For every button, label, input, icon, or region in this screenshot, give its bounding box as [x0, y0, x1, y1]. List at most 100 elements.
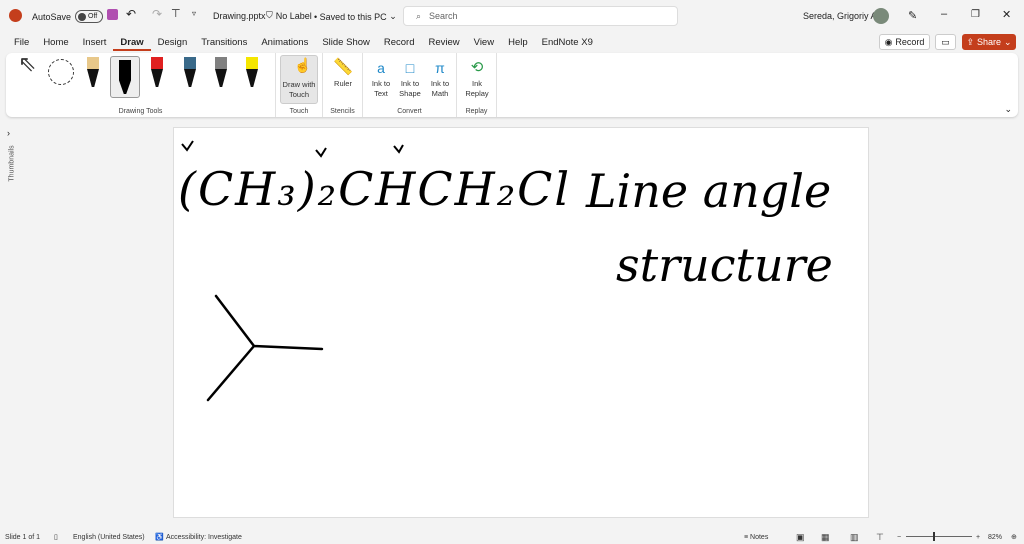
autosave[interactable]: AutoSave Off — [32, 10, 104, 23]
draw-with-touch-button[interactable]: ☝ Draw with Touch — [280, 55, 318, 104]
accessibility-status[interactable]: Accessibility: Investigate — [166, 534, 242, 541]
tab-animations[interactable]: Animations — [254, 35, 315, 51]
record-button[interactable]: ◉ Record — [879, 34, 930, 50]
pen-5-icon[interactable] — [214, 57, 228, 87]
customize-toolbar-icon[interactable]: ▿ — [192, 9, 196, 18]
save-status[interactable]: • Saved to this PC ⌄ — [314, 11, 397, 22]
autosave-label: AutoSave — [32, 11, 72, 22]
tab-endnote-x9[interactable]: EndNote X9 — [535, 35, 600, 51]
accessibility-icon: ♿ — [155, 534, 164, 541]
button-label: Ink Replay — [465, 79, 489, 98]
group-convert: a Ink to Text □ Ink to Shape π Ink to Math … — [363, 53, 457, 117]
button-label: Ink to Text — [371, 79, 391, 98]
notes-label: Notes — [750, 533, 769, 541]
share-icon: ⇪ — [966, 36, 974, 47]
ink-to-text-button[interactable]: a Ink to Text — [367, 57, 395, 99]
tab-review[interactable]: Review — [422, 35, 467, 51]
search-icon: ⌕ — [416, 10, 422, 21]
group-label: Replay — [465, 108, 488, 115]
file-name: Drawing.pptx — [213, 11, 266, 21]
title-bar: AutoSave Off ↶ ↷ ⊤ ▿ Drawing.pptx ⛉ No Lab… — [0, 0, 1024, 32]
slide-sorter-icon[interactable]: ▦ — [821, 532, 830, 543]
comment-icon: ▭ — [941, 36, 950, 47]
group-drawing-tools: ⇖ Drawing Tools — [6, 53, 276, 117]
pen-6-icon[interactable] — [245, 57, 259, 87]
fit-to-window-icon[interactable]: ⊕ — [1011, 533, 1017, 541]
ink-to-shape-icon: □ — [405, 60, 415, 76]
tab-help[interactable]: Help — [501, 35, 535, 51]
spellcheck-icon[interactable]: ▯ — [54, 533, 58, 541]
comments-button[interactable]: ▭ — [935, 34, 956, 50]
zoom-slider-thumb[interactable] — [933, 532, 935, 541]
notes-button[interactable]: ≡ Notes — [744, 534, 768, 541]
tab-home[interactable]: Home — [36, 35, 75, 51]
select-tool-icon[interactable]: ⇖ — [18, 53, 36, 75]
ink-to-math-icon: π — [435, 60, 445, 76]
zoom-in-button[interactable]: + — [976, 534, 980, 541]
group-label: Drawing Tools — [118, 108, 163, 115]
collapse-ribbon-icon[interactable]: ⌄ — [1004, 104, 1012, 115]
language[interactable]: English (United States) — [73, 534, 145, 541]
tab-view[interactable]: View — [467, 35, 501, 51]
group-label: Convert — [397, 108, 422, 115]
status-bar: Slide 1 of 1 ▯ English (United States) ♿… — [0, 530, 1024, 544]
tab-draw[interactable]: Draw — [113, 35, 151, 51]
restore-icon[interactable]: ❐ — [971, 9, 980, 20]
ribbon-tabs: File Home Insert Draw Design Transitions Anima… — [0, 35, 600, 51]
group-label: Touch — [289, 108, 309, 115]
button-label: Ink to Shape — [399, 79, 421, 98]
pen-1-icon[interactable] — [86, 57, 100, 87]
present-icon[interactable]: ⊤ — [171, 7, 181, 20]
tab-design[interactable]: Design — [151, 35, 195, 51]
ink-line-angle-drawing — [181, 140, 404, 402]
tab-slide-show[interactable]: Slide Show — [315, 35, 377, 51]
ribbon: ⇖ Drawing Tools ☝ Draw with Touch Touch 📏… — [6, 53, 1018, 117]
reading-view-icon[interactable]: ▥ — [850, 532, 859, 543]
undo-icon[interactable]: ↶ — [126, 7, 136, 21]
pen-2-icon[interactable] — [110, 56, 140, 98]
share-label: Share — [976, 37, 1002, 47]
ruler-icon: 📏 — [333, 59, 353, 76]
redo-icon[interactable]: ↷ — [152, 7, 162, 21]
pen-3-icon[interactable] — [150, 57, 164, 87]
ink-replay-button[interactable]: ⟲ Ink Replay — [461, 57, 493, 99]
slide-canvas[interactable]: (CH₃)₂CHCH₂Cl Line angle structure — [173, 127, 869, 518]
touch-draw-icon: ☝ — [294, 57, 312, 73]
tab-record[interactable]: Record — [377, 35, 422, 51]
powerpoint-logo-icon — [9, 9, 22, 22]
ink-to-shape-button[interactable]: □ Ink to Shape — [396, 57, 424, 99]
shield-icon: ⛉ — [266, 10, 273, 20]
share-button[interactable]: ⇪ Share ⌄ — [962, 34, 1016, 50]
ruler-button[interactable]: 📏 Ruler — [327, 57, 359, 89]
group-touch: ☝ Draw with Touch Touch — [276, 53, 323, 117]
save-status-text: • Saved to this PC — [314, 11, 387, 22]
pen-icon[interactable]: ✎ — [908, 9, 917, 22]
thumbnails-label[interactable]: Thumbnails — [9, 145, 16, 181]
avatar[interactable] — [873, 8, 889, 24]
replay-icon: ⟲ — [470, 59, 484, 76]
search-input[interactable]: ⌕ Search — [403, 6, 678, 26]
zoom-slider[interactable] — [906, 532, 972, 541]
save-icon[interactable] — [107, 9, 118, 20]
expand-thumbnails-icon[interactable]: › — [7, 128, 10, 138]
pen-4-icon[interactable] — [183, 57, 197, 87]
tab-insert[interactable]: Insert — [76, 35, 114, 51]
slideshow-icon[interactable]: ⊤ — [876, 532, 884, 543]
autosave-toggle[interactable]: Off — [75, 10, 104, 23]
record-icon: ◉ — [884, 36, 893, 47]
group-stencils: 📏 Ruler Stencils — [323, 53, 363, 117]
minimize-icon[interactable]: – — [941, 8, 947, 20]
close-icon[interactable]: ✕ — [1002, 8, 1011, 21]
sensitivity-label[interactable]: ⛉ No Label — [266, 10, 312, 21]
tab-file[interactable]: File — [0, 35, 36, 51]
zoom-out-button[interactable]: − — [897, 534, 901, 541]
chevron-down-icon: ⌄ — [1004, 36, 1012, 47]
tab-transitions[interactable]: Transitions — [194, 35, 254, 51]
zoom-level[interactable]: 82% — [988, 534, 1002, 541]
ink-to-math-button[interactable]: π Ink to Math — [425, 57, 455, 99]
lasso-select-icon[interactable] — [48, 59, 74, 85]
group-label: Stencils — [330, 108, 355, 115]
normal-view-icon[interactable]: ▣ — [796, 532, 805, 543]
user-name[interactable]: Sereda, Grigoriy A — [803, 11, 877, 21]
ink-to-text-icon: a — [377, 60, 385, 76]
